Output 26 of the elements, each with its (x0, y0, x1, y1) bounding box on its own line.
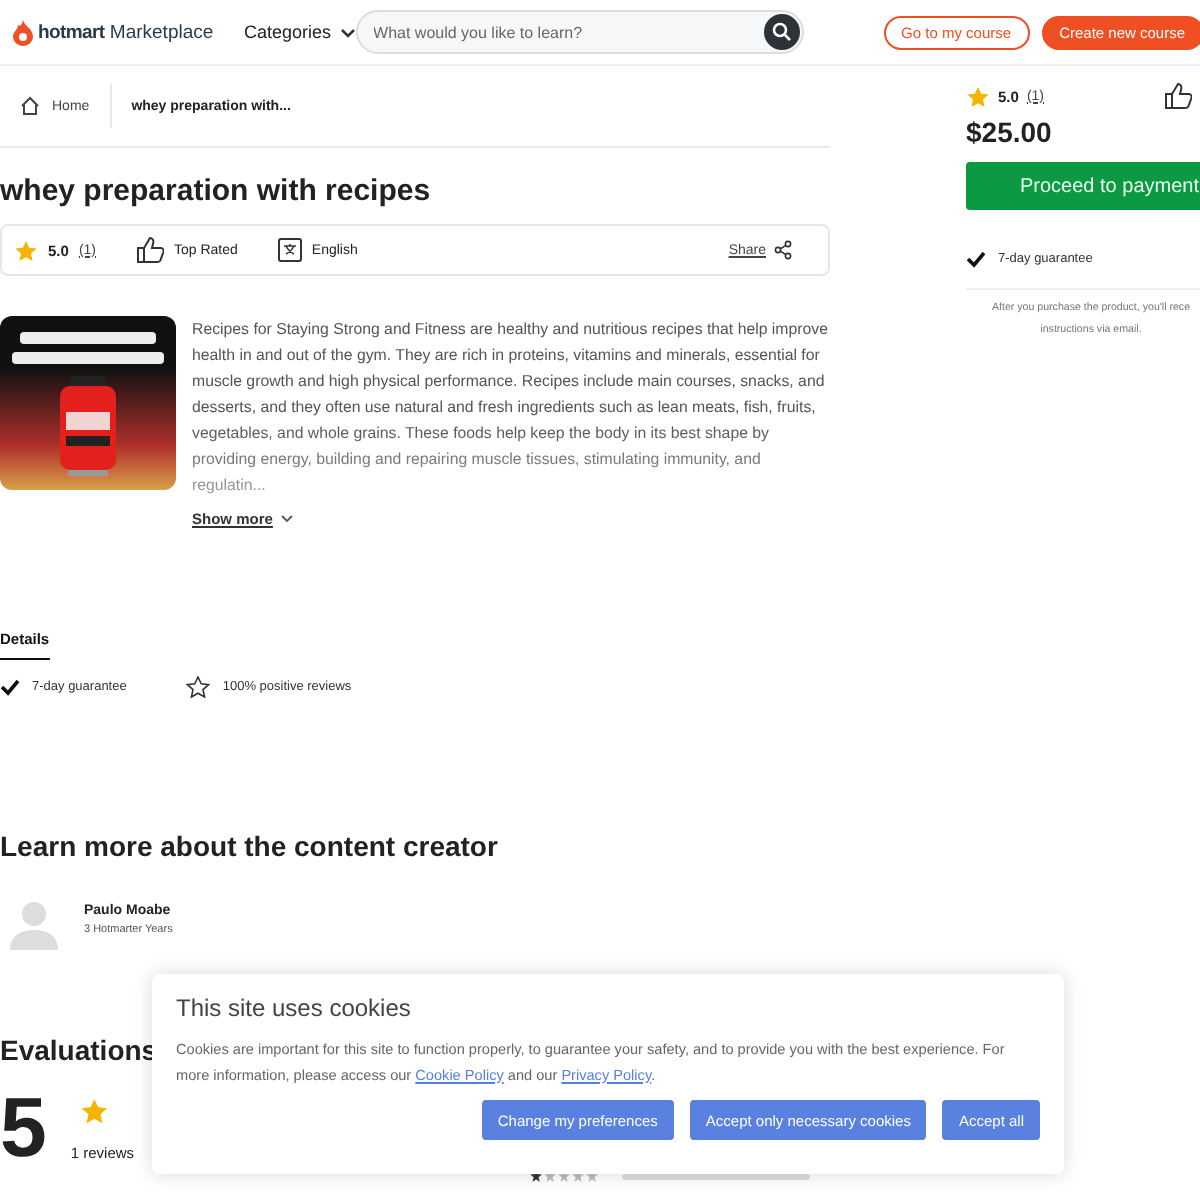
share-icon (774, 240, 792, 260)
translate-icon (277, 238, 302, 262)
section-heading: Evaluations (0, 1034, 158, 1066)
payment-button[interactable]: Proceed to payment (966, 162, 1200, 210)
caret-icon (280, 514, 295, 524)
logo-text[interactable]: hotmart Marketplace (38, 21, 214, 43)
search-field[interactable]: What would you like to learn? (355, 10, 804, 54)
thumbs-up-icon (1164, 82, 1192, 110)
product-title: whey preparation with recipes (0, 174, 433, 208)
section-heading: Learn more about the content creator (0, 830, 498, 862)
avatar-icon (8, 898, 60, 950)
caret-icon (339, 27, 356, 37)
score-value: 5 (0, 1086, 47, 1170)
price: $25.00 (966, 116, 1054, 148)
star-icon (966, 85, 990, 107)
star-outline-icon (186, 676, 211, 698)
flame-icon (12, 19, 34, 45)
star-icon (14, 239, 38, 261)
categories-menu[interactable]: Categories (244, 22, 356, 42)
cookie-title: This site uses cookies (176, 994, 413, 1022)
thumbs-up-icon (136, 236, 164, 264)
check-icon (0, 678, 20, 696)
search-icon (771, 22, 792, 42)
home-icon (20, 96, 40, 116)
star-icon (80, 1098, 109, 1124)
check-icon (966, 250, 986, 268)
